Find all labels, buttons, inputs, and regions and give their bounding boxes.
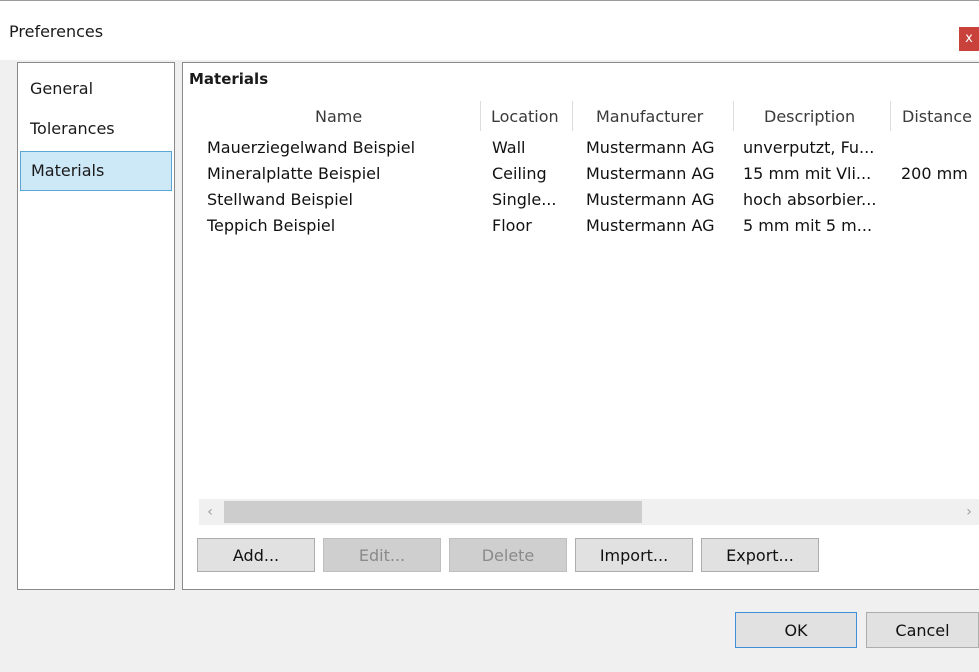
cell-description: hoch absorbier...: [743, 190, 877, 209]
cell-location: Floor: [492, 216, 532, 235]
cell-location: Ceiling: [492, 164, 547, 183]
scrollbar-thumb[interactable]: [224, 501, 642, 523]
column-header-distance[interactable]: Distance: [902, 107, 972, 126]
materials-panel: Materials Name Location Manufacturer Des…: [182, 62, 979, 590]
cell-description: 5 mm mit 5 m...: [743, 216, 873, 235]
sidebar-item-label: Materials: [31, 161, 105, 180]
title-bar: Preferences x: [0, 0, 979, 60]
cell-manufacturer: Mustermann AG: [586, 164, 715, 183]
column-header-manufacturer[interactable]: Manufacturer: [596, 107, 703, 126]
column-separator[interactable]: [572, 101, 573, 131]
cell-name: Stellwand Beispiel: [207, 190, 353, 209]
export-button[interactable]: Export...: [701, 538, 819, 572]
category-list: General Tolerances Materials: [17, 62, 175, 590]
close-icon: x: [965, 31, 973, 46]
sidebar-item-general[interactable]: General: [19, 69, 173, 109]
column-header-location[interactable]: Location: [491, 107, 559, 126]
sidebar-item-tolerances[interactable]: Tolerances: [19, 109, 173, 149]
cancel-button[interactable]: Cancel: [866, 612, 979, 648]
column-header-description[interactable]: Description: [764, 107, 855, 126]
cell-description: 15 mm mit Vli...: [743, 164, 872, 183]
cell-manufacturer: Mustermann AG: [586, 138, 715, 157]
sidebar-item-materials[interactable]: Materials: [20, 151, 172, 191]
column-separator[interactable]: [890, 101, 891, 131]
import-button[interactable]: Import...: [575, 538, 693, 572]
cell-manufacturer: Mustermann AG: [586, 216, 715, 235]
section-title: Materials: [189, 70, 269, 88]
cell-name: Mauerziegelwand Beispiel: [207, 138, 416, 157]
cell-name: Mineralplatte Beispiel: [207, 164, 381, 183]
cell-location: Single...: [492, 190, 557, 209]
cell-location: Wall: [492, 138, 526, 157]
scroll-right-icon[interactable]: ›: [958, 499, 979, 525]
cell-manufacturer: Mustermann AG: [586, 190, 715, 209]
column-separator[interactable]: [733, 101, 734, 131]
cell-name: Teppich Beispiel: [207, 216, 336, 235]
cell-distance: 200 mm: [901, 164, 968, 183]
add-button[interactable]: Add...: [197, 538, 315, 572]
column-separator[interactable]: [480, 101, 481, 131]
column-header-name[interactable]: Name: [315, 107, 362, 126]
close-button[interactable]: x: [959, 27, 979, 51]
delete-button[interactable]: Delete: [449, 538, 567, 572]
scroll-left-icon[interactable]: ‹: [199, 499, 221, 525]
horizontal-scrollbar[interactable]: ‹ ›: [199, 499, 979, 525]
sidebar-item-label: General: [30, 79, 94, 98]
sidebar-item-label: Tolerances: [30, 119, 115, 138]
edit-button[interactable]: Edit...: [323, 538, 441, 572]
window-title: Preferences: [9, 22, 104, 41]
ok-button[interactable]: OK: [735, 612, 857, 648]
cell-description: unverputzt, Fu...: [743, 138, 875, 157]
